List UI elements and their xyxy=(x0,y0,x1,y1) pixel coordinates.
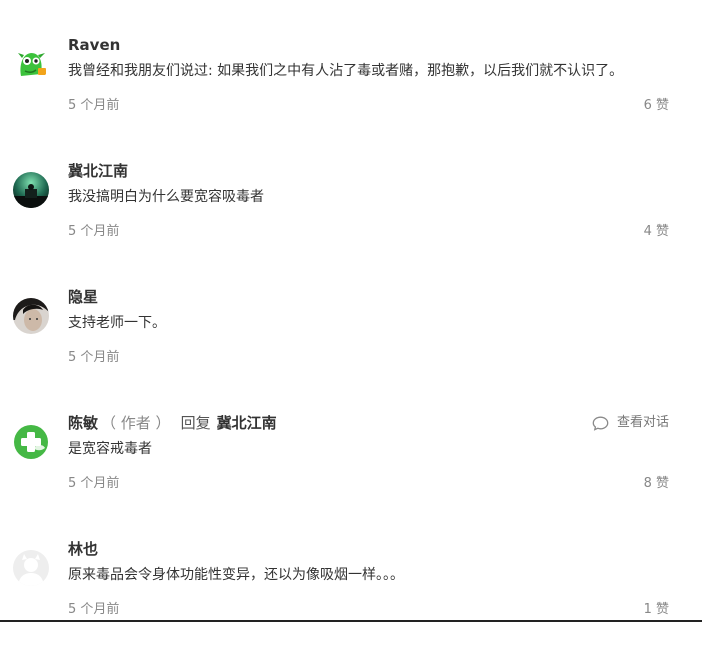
name-line: 林也 xyxy=(68,538,98,560)
comment-text: 支持老师一下。 xyxy=(68,315,166,331)
comment-item: 隐星 支持老师一下。 5 个月前 xyxy=(0,280,702,406)
comment-text: 是宽容戒毒者 xyxy=(68,441,152,457)
comment-text: 原来毒品会令身体功能性变异，还以为像吸烟一样。。。 xyxy=(68,567,404,583)
comment-item: 陈敏 （ 作者 ） 回复 冀北江南 查看对话 是宽容戒毒者 5 个月前 8 赞 xyxy=(0,406,702,532)
name-line: Raven xyxy=(68,34,120,56)
author-tag: （ 作者 ） xyxy=(101,414,171,432)
comment-time: 5 个月前 xyxy=(68,476,120,491)
comment-text: 我曾经和我朋友们说过: 如果我们之中有人沾了毒或者赌，那抱歉，以后我们就不认识了… xyxy=(68,63,624,79)
avatar[interactable] xyxy=(13,298,49,334)
commenter-name[interactable]: Raven xyxy=(68,34,120,56)
comment-time: 5 个月前 xyxy=(68,98,120,113)
like-count[interactable]: 4 赞 xyxy=(644,222,669,242)
view-conversation-button[interactable]: 查看对话 xyxy=(592,412,669,434)
name-line: 陈敏 （ 作者 ） 回复 冀北江南 xyxy=(68,412,277,434)
avatar[interactable] xyxy=(13,550,49,586)
comment-item: 林也 原来毒品会令身体功能性变异，还以为像吸烟一样。。。 5 个月前 1 赞 xyxy=(0,532,702,658)
comment-time: 5 个月前 xyxy=(68,350,120,365)
default-user-avatar-icon xyxy=(13,550,49,586)
comment-time: 5 个月前 xyxy=(68,224,120,239)
commenter-name[interactable]: 林也 xyxy=(68,538,98,560)
comment-time: 5 个月前 xyxy=(68,602,120,617)
speech-bubble-icon xyxy=(592,416,609,431)
green-cross-avatar-icon xyxy=(13,424,49,460)
name-line: 隐星 xyxy=(68,286,98,308)
avatar[interactable] xyxy=(13,172,49,208)
night-scene-avatar-icon xyxy=(13,172,49,208)
like-count[interactable]: 1 赞 xyxy=(644,600,669,620)
comment-item: Raven 我曾经和我朋友们说过: 如果我们之中有人沾了毒或者赌，那抱歉，以后我… xyxy=(0,28,702,154)
green-monster-avatar-icon xyxy=(13,46,49,82)
like-count[interactable]: 8 赞 xyxy=(644,474,669,494)
comment-text: 我没搞明白为什么要宽容吸毒者 xyxy=(68,189,264,205)
comment-item: 冀北江南 我没搞明白为什么要宽容吸毒者 5 个月前 4 赞 xyxy=(0,154,702,280)
like-count[interactable]: 6 赞 xyxy=(644,96,669,116)
commenter-name[interactable]: 隐星 xyxy=(68,286,98,308)
commenter-name[interactable]: 陈敏 xyxy=(68,412,98,434)
view-conversation-label: 查看对话 xyxy=(616,415,669,430)
reply-label: 回复 xyxy=(180,414,211,432)
portrait-avatar-icon xyxy=(13,298,49,334)
avatar[interactable] xyxy=(13,46,49,82)
commenter-name[interactable]: 冀北江南 xyxy=(68,160,128,182)
avatar[interactable] xyxy=(13,424,49,460)
reply-target-name[interactable]: 冀北江南 xyxy=(217,412,277,434)
name-line: 冀北江南 xyxy=(68,160,128,182)
